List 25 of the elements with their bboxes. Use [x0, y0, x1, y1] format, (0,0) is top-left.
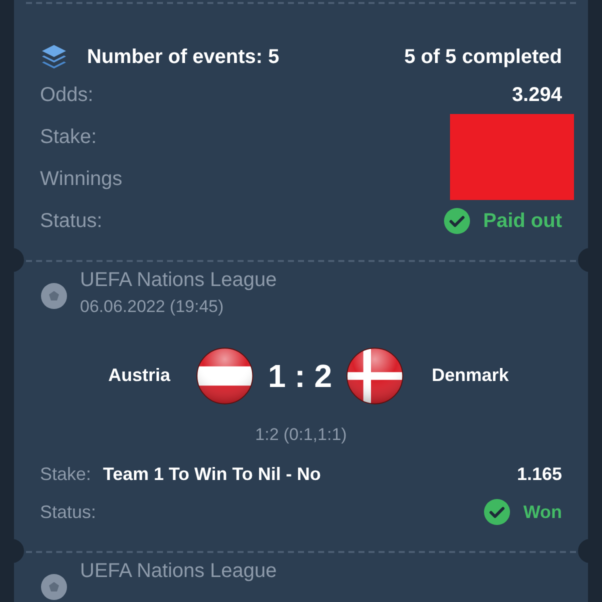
league-name: UEFA Nations League	[80, 268, 277, 292]
stake-label: Stake:	[40, 462, 92, 486]
row-label: Status:	[40, 209, 102, 234]
events-count: Number of events: 5	[87, 45, 280, 70]
bet-odds: 1.165	[516, 462, 562, 486]
layers-icon	[40, 43, 68, 71]
score-detail: 1:2 (0:1,1:1)	[255, 424, 347, 446]
team-name: Denmark	[432, 364, 509, 387]
status-value: Paid out	[483, 209, 562, 234]
row-label: Stake:	[40, 125, 97, 150]
ball-icon	[40, 282, 68, 310]
row-label: Odds:	[40, 83, 94, 108]
ball-icon	[40, 573, 68, 601]
team-name: Austria	[108, 364, 170, 387]
row-label: Winnings	[40, 167, 122, 192]
flag-icon	[346, 344, 404, 406]
completed-count: 5 of 5 completed	[404, 45, 562, 70]
status-label: Status:	[40, 500, 96, 524]
odds-value: 3.294	[512, 83, 562, 108]
status-value: Won	[523, 500, 562, 524]
bet-selection: Team 1 To Win To Nil - No	[103, 462, 321, 486]
match-date: 06.06.2022 (19:45)	[80, 296, 225, 318]
match-score: 1 : 2	[268, 356, 332, 396]
league-name: UEFA Nations League	[80, 559, 277, 583]
flag-icon	[196, 344, 254, 406]
